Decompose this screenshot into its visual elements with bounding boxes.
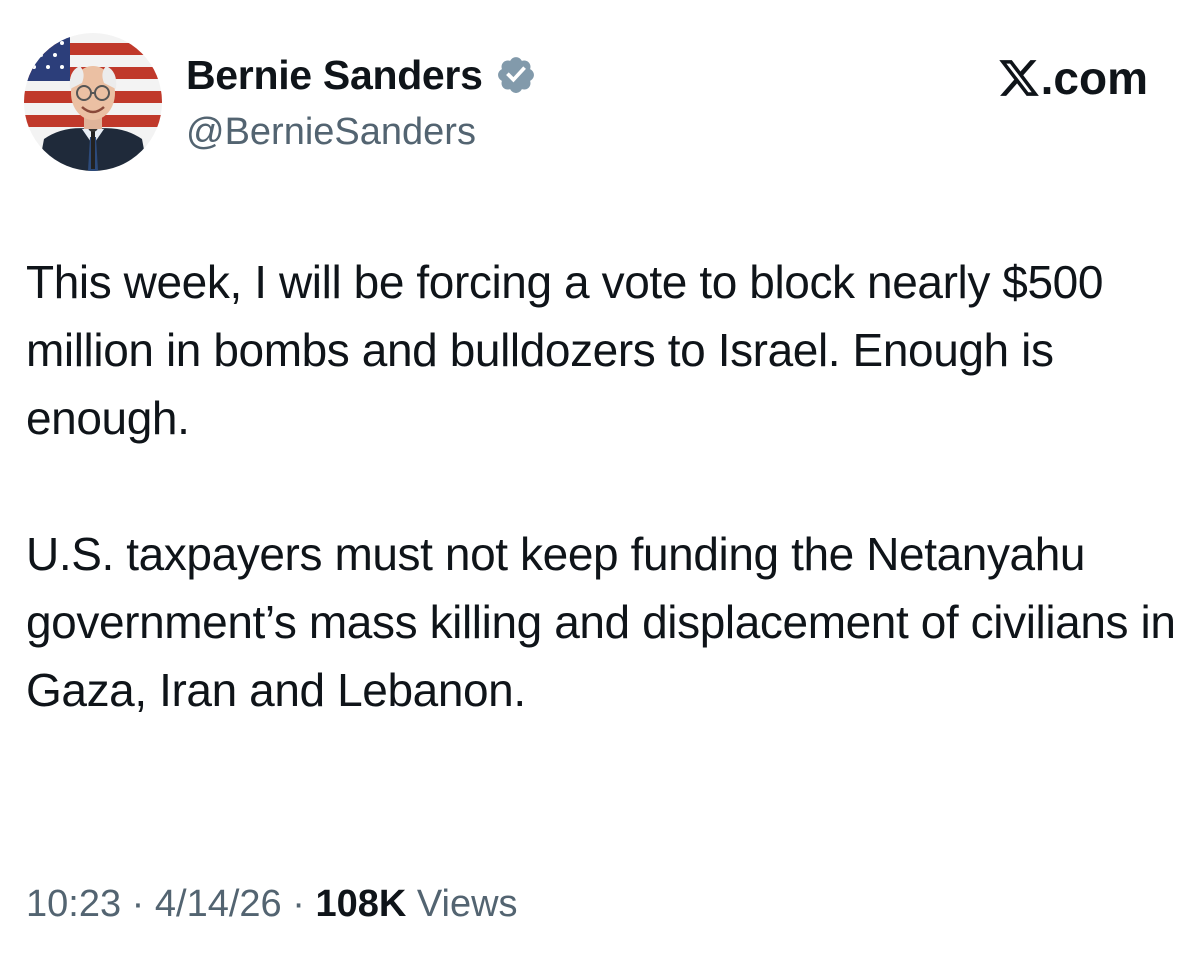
separator: ·	[131, 883, 145, 925]
tweet-paragraph: This week, I will be forcing a vote to b…	[26, 256, 1104, 444]
tweet-time[interactable]: 10:23	[26, 883, 121, 925]
tweet-metadata: 10:23 · 4/14/26 · 108K Views	[26, 876, 518, 932]
tweet-card: Bernie Sanders @BernieSanders .com This …	[0, 0, 1200, 962]
author-block: Bernie Sanders @BernieSanders	[186, 48, 537, 158]
brand-text: .com	[1040, 52, 1148, 104]
display-name[interactable]: Bernie Sanders	[186, 48, 483, 102]
brand-watermark: .com	[997, 48, 1148, 108]
avatar[interactable]	[24, 33, 162, 171]
separator: ·	[292, 883, 305, 925]
x-logo-icon	[997, 56, 1041, 100]
tweet-paragraph: U.S. taxpayers must not keep funding the…	[26, 528, 1176, 716]
avatar-image	[24, 33, 162, 171]
tweet-date[interactable]: 4/14/26	[155, 883, 282, 925]
name-row: Bernie Sanders	[186, 48, 537, 102]
tweet-text: This week, I will be forcing a vote to b…	[26, 248, 1176, 724]
views-label: Views	[416, 883, 518, 925]
views-count: 108K	[315, 883, 407, 925]
verified-badge-icon	[495, 54, 537, 96]
handle[interactable]: @BernieSanders	[186, 106, 537, 158]
